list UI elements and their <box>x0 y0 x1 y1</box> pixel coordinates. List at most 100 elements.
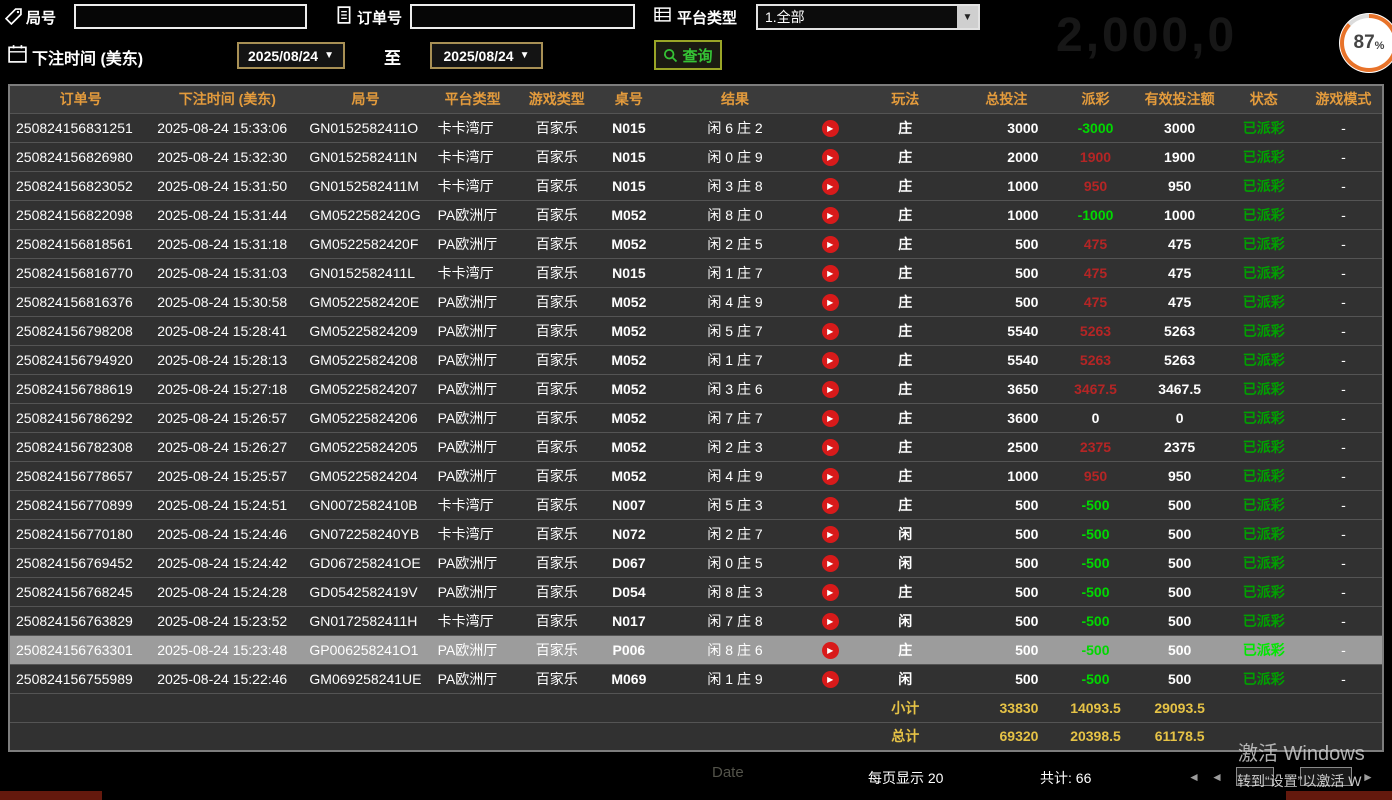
cell-platform: PA欧洲厅 <box>428 548 518 577</box>
cell-playtype: 庄 <box>852 577 958 606</box>
cell-status: 已派彩 <box>1223 461 1305 490</box>
replay-button[interactable]: ▶ <box>822 555 839 572</box>
platform-select[interactable]: 1.全部 ▼ <box>756 4 980 30</box>
cell-playtype: 庄 <box>852 461 958 490</box>
cell-bet: 500 <box>958 664 1054 693</box>
table-row[interactable]: 250824156769452 2025-08-24 15:24:42 GD06… <box>9 548 1383 577</box>
cell-order: 250824156788619 <box>9 374 151 403</box>
order-input[interactable] <box>410 4 635 29</box>
round-input[interactable] <box>74 4 307 29</box>
replay-button[interactable]: ▶ <box>822 671 839 688</box>
cell-order: 250824156786292 <box>9 403 151 432</box>
replay-button[interactable]: ▶ <box>822 352 839 369</box>
header-play-type: 玩法 <box>852 85 958 113</box>
table-row[interactable]: 250824156788619 2025-08-24 15:27:18 GM05… <box>9 374 1383 403</box>
table-row[interactable]: 250824156826980 2025-08-24 15:32:30 GN01… <box>9 142 1383 171</box>
cell-table: N015 <box>596 142 662 171</box>
subtotal-payout: 14093.5 <box>1054 693 1136 722</box>
cell-round: GM069258241UE <box>303 664 427 693</box>
windows-activation-watermark: 激活 Windows <box>1238 737 1365 766</box>
replay-button[interactable]: ▶ <box>822 207 839 224</box>
cell-payout: -1000 <box>1054 200 1136 229</box>
replay-button[interactable]: ▶ <box>822 468 839 485</box>
cell-time: 2025-08-24 15:26:27 <box>151 432 303 461</box>
chevron-down-icon: ▼ <box>520 50 530 61</box>
cell-status: 已派彩 <box>1223 403 1305 432</box>
replay-button[interactable]: ▶ <box>822 497 839 514</box>
replay-button[interactable]: ▶ <box>822 410 839 427</box>
replay-button[interactable]: ▶ <box>822 526 839 543</box>
query-button[interactable]: 查询 <box>654 40 722 70</box>
cell-game: 百家乐 <box>518 519 596 548</box>
total-label: 总计 <box>852 722 958 751</box>
table-row[interactable]: 250824156786292 2025-08-24 15:26:57 GM05… <box>9 403 1383 432</box>
cell-result: 闲 7 庄 7 <box>662 403 808 432</box>
replay-button[interactable]: ▶ <box>822 381 839 398</box>
table-row[interactable]: 250824156816770 2025-08-24 15:31:03 GN01… <box>9 258 1383 287</box>
table-row[interactable]: 250824156770899 2025-08-24 15:24:51 GN00… <box>9 490 1383 519</box>
table-row[interactable]: 250824156770180 2025-08-24 15:24:46 GN07… <box>9 519 1383 548</box>
cell-bet: 500 <box>958 229 1054 258</box>
cell-table: M052 <box>596 316 662 345</box>
table-row[interactable]: 250824156778657 2025-08-24 15:25:57 GM05… <box>9 461 1383 490</box>
replay-button[interactable]: ▶ <box>822 323 839 340</box>
table-row[interactable]: 250824156822098 2025-08-24 15:31:44 GM05… <box>9 200 1383 229</box>
replay-button[interactable]: ▶ <box>822 236 839 253</box>
cell-game: 百家乐 <box>518 403 596 432</box>
replay-button[interactable]: ▶ <box>822 613 839 630</box>
cell-order: 250824156816376 <box>9 287 151 316</box>
prev-page-icon[interactable]: ◄ <box>1211 770 1223 784</box>
cell-mode: - <box>1305 548 1383 577</box>
cell-platform: 卡卡湾厅 <box>428 142 518 171</box>
cell-platform: PA欧洲厅 <box>428 403 518 432</box>
table-row[interactable]: 250824156818561 2025-08-24 15:31:18 GM05… <box>9 229 1383 258</box>
date-to-select[interactable]: 2025/08/24 ▼ <box>430 42 543 69</box>
header-game-mode: 游戏模式 <box>1305 85 1383 113</box>
cell-replay: ▶ <box>808 113 852 142</box>
replay-button[interactable]: ▶ <box>822 584 839 601</box>
platform-select-value: 1.全部 <box>758 7 957 27</box>
battery-percent-badge: 87% <box>1339 13 1392 73</box>
replay-button[interactable]: ▶ <box>822 294 839 311</box>
cell-order: 250824156798208 <box>9 316 151 345</box>
cell-mode: - <box>1305 403 1383 432</box>
table-row[interactable]: 250824156763301 2025-08-24 15:23:48 GP00… <box>9 635 1383 664</box>
replay-button[interactable]: ▶ <box>822 120 839 137</box>
cell-bet: 500 <box>958 258 1054 287</box>
cell-mode: - <box>1305 287 1383 316</box>
header-round: 局号 <box>303 85 427 113</box>
cell-round: GN0152582411O <box>303 113 427 142</box>
table-row[interactable]: 250824156755989 2025-08-24 15:22:46 GM06… <box>9 664 1383 693</box>
replay-button[interactable]: ▶ <box>822 439 839 456</box>
header-status: 状态 <box>1223 85 1305 113</box>
first-page-icon[interactable]: ◄ <box>1188 770 1200 784</box>
chevron-down-icon[interactable]: ▼ <box>957 6 978 28</box>
table-row[interactable]: 250824156782308 2025-08-24 15:26:27 GM05… <box>9 432 1383 461</box>
date-from-select[interactable]: 2025/08/24 ▼ <box>237 42 345 69</box>
cell-valid: 950 <box>1137 171 1223 200</box>
table-row[interactable]: 250824156831251 2025-08-24 15:33:06 GN01… <box>9 113 1383 142</box>
cell-status: 已派彩 <box>1223 345 1305 374</box>
subtotal-row: 小计 33830 14093.5 29093.5 <box>9 693 1383 722</box>
table-row[interactable]: 250824156798208 2025-08-24 15:28:41 GM05… <box>9 316 1383 345</box>
cell-round: GD067258241OE <box>303 548 427 577</box>
cell-platform: 卡卡湾厅 <box>428 258 518 287</box>
cell-table: M069 <box>596 664 662 693</box>
replay-button[interactable]: ▶ <box>822 642 839 659</box>
cell-game: 百家乐 <box>518 461 596 490</box>
table-row[interactable]: 250824156763829 2025-08-24 15:23:52 GN01… <box>9 606 1383 635</box>
replay-button[interactable]: ▶ <box>822 265 839 282</box>
table-row[interactable]: 250824156794920 2025-08-24 15:28:13 GM05… <box>9 345 1383 374</box>
cell-mode: - <box>1305 200 1383 229</box>
table-row[interactable]: 250824156823052 2025-08-24 15:31:50 GN01… <box>9 171 1383 200</box>
replay-button[interactable]: ▶ <box>822 178 839 195</box>
cell-replay: ▶ <box>808 171 852 200</box>
table-row[interactable]: 250824156768245 2025-08-24 15:24:28 GD05… <box>9 577 1383 606</box>
table-row[interactable]: 250824156816376 2025-08-24 15:30:58 GM05… <box>9 287 1383 316</box>
replay-button[interactable]: ▶ <box>822 149 839 166</box>
play-icon: ▶ <box>822 265 839 282</box>
bottom-strip-right <box>1286 791 1392 800</box>
cell-bet: 5540 <box>958 345 1054 374</box>
cell-playtype: 庄 <box>852 142 958 171</box>
query-button-label: 查询 <box>682 45 712 66</box>
